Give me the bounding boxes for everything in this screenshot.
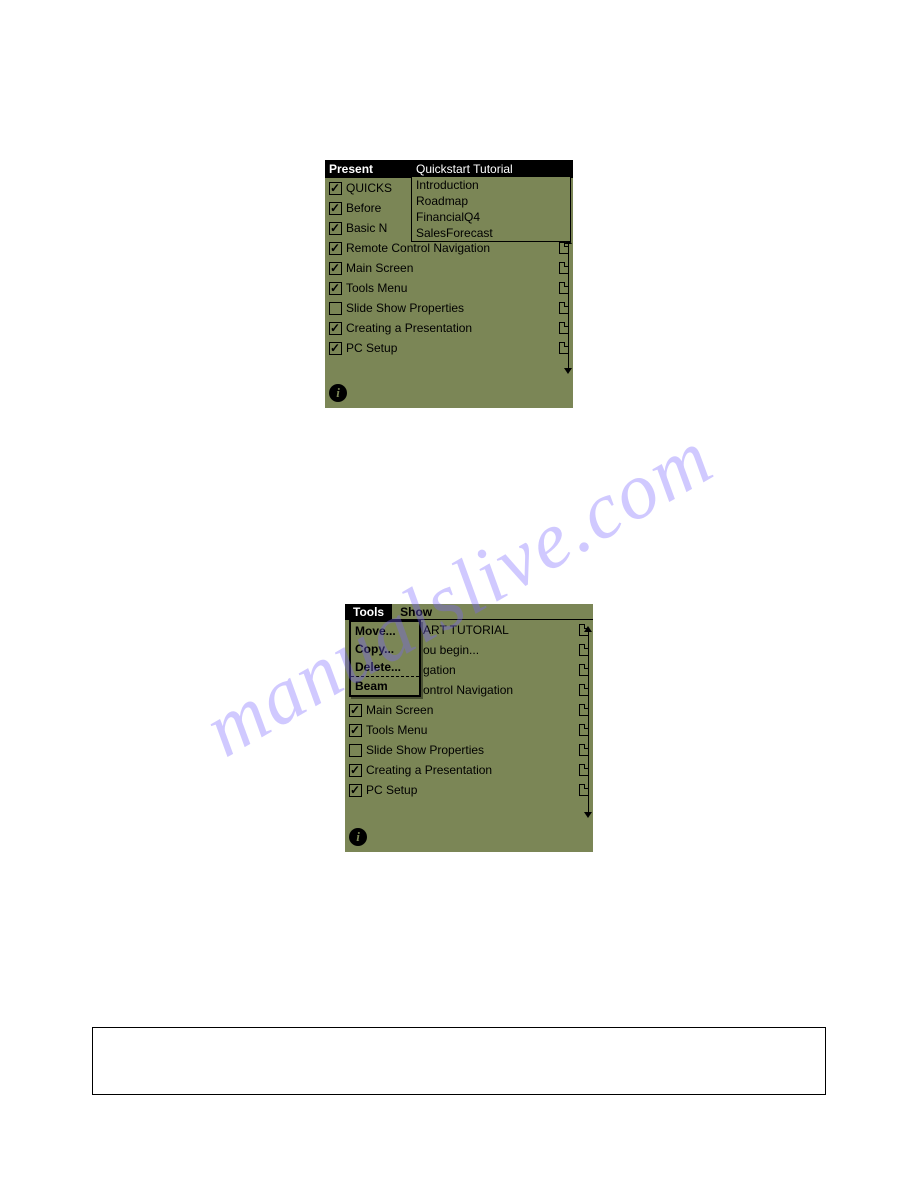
empty-box: [92, 1027, 826, 1095]
scroll-indicator[interactable]: [565, 238, 571, 374]
list-item-label: Main Screen: [366, 703, 575, 717]
menu-tools[interactable]: Tools: [345, 604, 392, 619]
list-item[interactable]: Main Screen: [325, 258, 573, 278]
dropdown-item[interactable]: Roadmap: [412, 193, 570, 209]
info-icon[interactable]: i: [349, 828, 367, 846]
checkbox[interactable]: [349, 724, 362, 737]
list-item[interactable]: Main Screen: [345, 700, 593, 720]
checkbox[interactable]: [329, 262, 342, 275]
list-item-label: Tools Menu: [346, 281, 555, 295]
list-item-label: Creating a Presentation: [346, 321, 555, 335]
list-item[interactable]: Slide Show Properties: [345, 740, 593, 760]
dropdown-item[interactable]: FinancialQ4: [412, 209, 570, 225]
checkbox[interactable]: [329, 302, 342, 315]
checkbox[interactable]: [349, 784, 362, 797]
palm-screen-1: Present QUICKSBeforeBasic NRemote Contro…: [325, 160, 573, 408]
title-text: Present: [329, 162, 373, 176]
scroll-indicator[interactable]: [585, 626, 591, 818]
list-item-label: ou begin...: [423, 643, 575, 657]
list-item-label: PC Setup: [346, 341, 555, 355]
list-item-label: PC Setup: [366, 783, 575, 797]
palm-screen-2: Tools Show ART TUTORIAL ou begin... gation…: [345, 604, 593, 852]
checkbox[interactable]: [349, 744, 362, 757]
list-item[interactable]: Creating a Presentation: [325, 318, 573, 338]
checkbox[interactable]: [329, 222, 342, 235]
menu-beam[interactable]: Beam: [351, 677, 419, 695]
list-item-label: Slide Show Properties: [366, 743, 575, 757]
list-item[interactable]: Tools Menu: [325, 278, 573, 298]
checkbox[interactable]: [329, 322, 342, 335]
dropdown-item[interactable]: SalesForecast: [412, 225, 570, 241]
list-item-label: ontrol Navigation: [423, 683, 575, 697]
scroll-track: [588, 632, 589, 812]
list-item-label: gation: [423, 663, 575, 677]
category-dropdown[interactable]: Quickstart Tutorial IntroductionRoadmapF…: [411, 160, 571, 242]
checkbox[interactable]: [329, 182, 342, 195]
list-item[interactable]: Creating a Presentation: [345, 760, 593, 780]
menu-show[interactable]: Show: [392, 604, 440, 619]
menu-delete[interactable]: Delete...: [351, 658, 419, 676]
list-item-label: ART TUTORIAL: [423, 623, 575, 637]
menu-bar: Tools Show: [345, 604, 593, 620]
menu-move[interactable]: Move...: [351, 622, 419, 640]
checkbox[interactable]: [329, 282, 342, 295]
list-item-label: Tools Menu: [366, 723, 575, 737]
list-item[interactable]: PC Setup: [325, 338, 573, 358]
list-item[interactable]: Slide Show Properties: [325, 298, 573, 318]
checkbox[interactable]: [349, 704, 362, 717]
menu-copy[interactable]: Copy...: [351, 640, 419, 658]
checkbox[interactable]: [329, 202, 342, 215]
scroll-down-arrow[interactable]: [584, 812, 592, 818]
info-icon[interactable]: i: [329, 384, 347, 402]
list-item[interactable]: PC Setup: [345, 780, 593, 800]
list-item-label: Creating a Presentation: [366, 763, 575, 777]
checkbox[interactable]: [349, 764, 362, 777]
dropdown-selected[interactable]: Quickstart Tutorial: [412, 161, 570, 177]
scroll-down-arrow[interactable]: [564, 368, 572, 374]
scroll-track: [568, 244, 569, 368]
tools-menu: Move... Copy... Delete... Beam: [349, 620, 421, 697]
list-item-label: Slide Show Properties: [346, 301, 555, 315]
list-item[interactable]: Tools Menu: [345, 720, 593, 740]
list-item-label: Remote Control Navigation: [346, 241, 555, 255]
dropdown-item[interactable]: Introduction: [412, 177, 570, 193]
checkbox[interactable]: [329, 242, 342, 255]
checkbox[interactable]: [329, 342, 342, 355]
list-item-label: Main Screen: [346, 261, 555, 275]
